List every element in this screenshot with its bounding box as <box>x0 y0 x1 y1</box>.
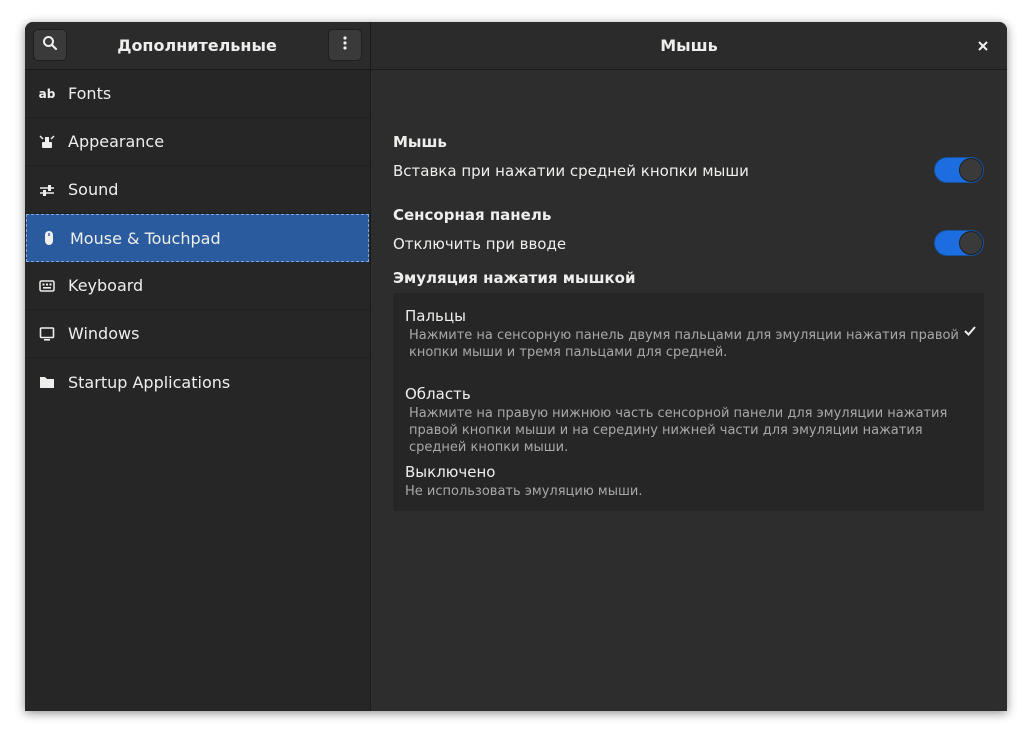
click-emulation-list: Пальцы Нажмите на сенсорную панель двумя… <box>393 293 984 511</box>
search-icon <box>42 35 58 55</box>
sidebar-item-mouse-touchpad[interactable]: Mouse & Touchpad <box>26 214 369 262</box>
sidebar-item-label: Appearance <box>68 132 165 151</box>
appearance-icon <box>39 134 55 150</box>
keyboard-icon <box>39 278 55 294</box>
kebab-menu-icon <box>337 35 353 55</box>
middle-click-paste-switch[interactable] <box>934 157 984 183</box>
list-item-area[interactable]: Область Нажмите на правую нижнюю часть с… <box>405 385 975 456</box>
mouse-section-title: Мышь <box>393 133 447 151</box>
sidebar-item-windows[interactable]: Windows <box>25 310 370 358</box>
sidebar-item-label: Sound <box>68 180 119 199</box>
sidebar-item-label: Fonts <box>68 84 112 103</box>
windows-icon <box>39 326 55 342</box>
menu-button[interactable] <box>328 29 362 61</box>
middle-click-paste-label: Вставка при нажатии средней кнопки мыши <box>393 162 749 180</box>
sidebar-item-sound[interactable]: Sound <box>25 166 370 214</box>
switch-knob <box>959 158 983 182</box>
fonts-icon: ab <box>38 86 56 101</box>
sidebar-item-startup-applications[interactable]: Startup Applications <box>25 358 370 406</box>
option-title: Пальцы <box>405 307 466 325</box>
sidebar-item-appearance[interactable]: Appearance <box>25 118 370 166</box>
sidebar: ab Fonts Appearance Sound Mouse & Touchp… <box>25 70 371 711</box>
sidebar-item-keyboard[interactable]: Keyboard <box>25 262 370 310</box>
disable-while-typing-label: Отключить при вводе <box>393 235 567 253</box>
tweaks-window: Дополнительные настройки Мышь ab Fonts A… <box>25 22 1007 711</box>
folder-icon <box>39 374 55 390</box>
sidebar-header: Дополнительные настройки <box>25 22 371 102</box>
option-description: Не использовать эмуляцию мыши. <box>405 484 643 499</box>
sidebar-item-label: Mouse & Touchpad <box>70 228 221 248</box>
header-bar: Дополнительные настройки Мышь <box>25 22 1007 102</box>
close-button[interactable] <box>973 36 993 56</box>
disable-while-typing-switch[interactable] <box>934 230 984 256</box>
sidebar-title: Дополнительные настройки <box>117 36 277 102</box>
close-icon <box>977 37 989 56</box>
sound-icon <box>39 182 55 198</box>
option-description: Нажмите на правую нижнюю часть сенсорной… <box>409 406 948 455</box>
sidebar-item-label: Keyboard <box>68 276 144 295</box>
switch-knob <box>959 231 983 255</box>
option-title: Выключено <box>405 463 496 481</box>
option-title: Область <box>405 385 471 403</box>
sidebar-item-label: Windows <box>68 324 140 343</box>
search-button[interactable] <box>33 29 67 61</box>
mouse-icon <box>41 230 57 246</box>
touchpad-section-title: Сенсорная панель <box>393 206 552 224</box>
checkmark-icon <box>963 323 977 342</box>
sidebar-item-label: Startup Applications <box>68 372 231 392</box>
option-description: Нажмите на сенсорную панель двумя пальца… <box>409 328 959 360</box>
list-item-fingers[interactable]: Пальцы Нажмите на сенсорную панель двумя… <box>405 307 977 361</box>
click-emulation-section-title: Эмуляция нажатия мышкой <box>393 269 636 287</box>
list-item-disabled[interactable]: Выключено Не использовать эмуляцию мыши. <box>405 463 975 500</box>
sidebar-item-fonts[interactable]: ab Fonts <box>25 70 370 118</box>
page-title: Мышь <box>660 36 718 55</box>
